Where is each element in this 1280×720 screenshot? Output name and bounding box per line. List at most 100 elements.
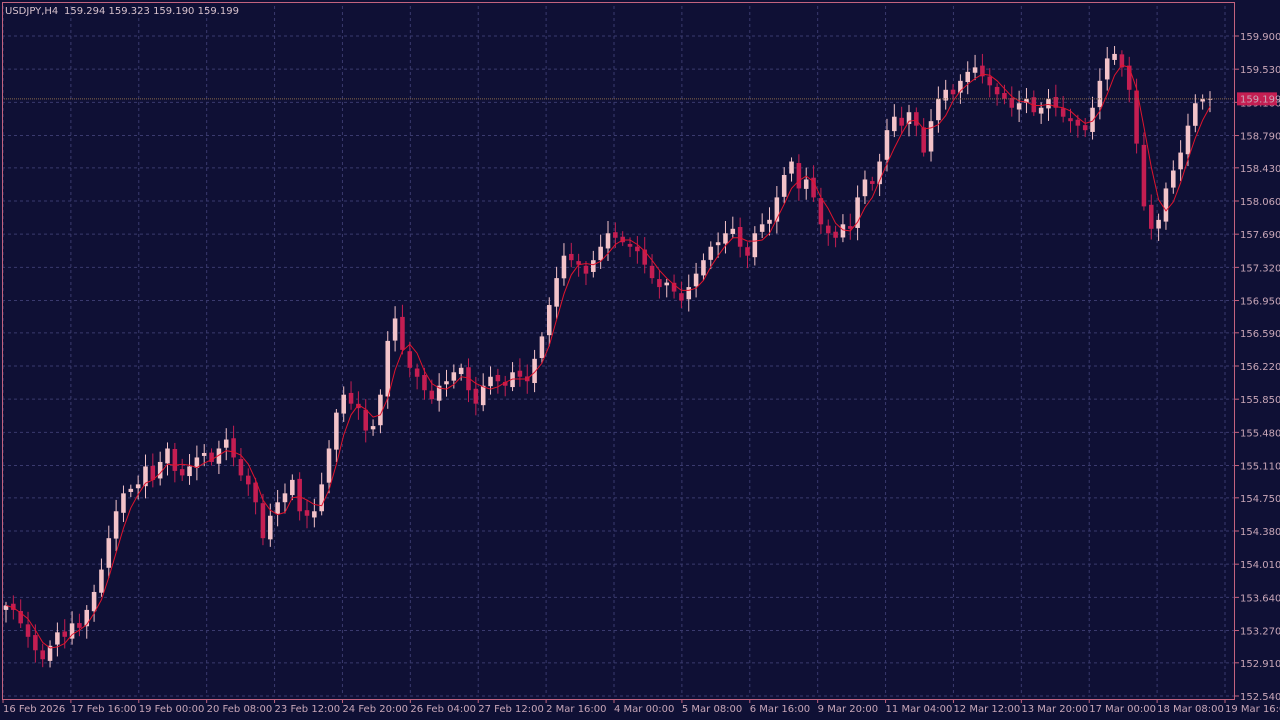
y-tick-label: 156.950 [1240,297,1280,308]
candle-body [965,71,971,83]
y-tick-label: 154.750 [1240,494,1280,505]
candle-body [370,426,376,430]
x-tick-label: 20 Feb 08:00 [207,704,273,715]
y-tick-label: 159.900 [1240,32,1280,43]
candle-body [825,225,831,234]
x-tick-label: 5 Mar 08:00 [682,704,742,715]
candle-body [422,374,427,391]
candle-body [172,448,178,471]
candle-body [715,242,721,246]
candle-body [994,86,1000,95]
x-tick-label: 24 Feb 20:00 [342,704,408,715]
y-tick-label: 158.790 [1240,132,1280,143]
candle-body [892,116,897,132]
candle-body [539,336,545,359]
y-tick-label: 153.640 [1240,593,1280,604]
x-tick-label: 13 Mar 20:00 [1021,704,1088,715]
candle-body [950,89,956,95]
candle-body [818,198,824,225]
candle-body [135,484,141,489]
candle-body [1060,108,1066,117]
candle-body [1075,119,1081,126]
candle-body [972,67,978,73]
candle-body [1068,118,1073,122]
candle-body [231,438,236,458]
symbol-label: USDJPY,H4 [5,6,58,17]
candle-body [936,98,941,121]
candle-body [789,161,794,174]
y-tick-label: 155.850 [1240,395,1280,406]
candle-body [693,273,699,287]
candle-body [488,376,493,387]
price-chart[interactable]: 159.900159.530159.160158.790158.430158.0… [0,0,1280,720]
candle-body [495,374,501,382]
candle-body [290,479,295,496]
candle-body [275,502,280,515]
candle-body [1178,152,1183,170]
candle-body [862,179,868,197]
candle-body [414,368,420,377]
candle-body [348,392,354,404]
candle-body [987,76,993,86]
candle-body [282,493,288,503]
candle-body [517,370,523,377]
y-tick-label: 159.530 [1240,65,1280,76]
candle-body [99,569,104,593]
candle-body [752,233,758,258]
candle-body [451,372,457,381]
candle-body [635,246,640,252]
chart-background [0,0,1280,720]
x-tick-label: 11 Mar 04:00 [886,704,953,715]
candle-body [1185,125,1191,155]
candle-body [657,279,662,288]
candle-body [796,163,802,189]
candle-body [1046,98,1051,109]
candle-body [1193,103,1198,126]
candle-body [245,475,251,485]
candle-body [914,112,919,126]
candle-body [91,591,97,612]
candle-body [870,181,875,184]
candle-body [1148,204,1154,229]
x-tick-label: 12 Mar 12:00 [953,704,1020,715]
candle-body [165,448,170,464]
candle-body [473,388,479,404]
candle-body [598,246,603,261]
candle-body [884,130,890,160]
x-tick-label: 19 Feb 00:00 [139,704,205,715]
y-tick-label: 156.590 [1240,329,1280,340]
candle-body [458,367,464,375]
candle-body [480,385,486,406]
candle-body [121,493,126,513]
candle-body [62,631,68,637]
candle-body [605,233,611,249]
candle-body [723,233,728,244]
candle-body [341,394,346,414]
candle-body [444,381,449,385]
candle-body [708,246,714,260]
x-tick-label: 18 Mar 08:00 [1157,704,1224,715]
candle-body [745,247,750,256]
candle-body [77,623,82,628]
y-tick-label: 157.320 [1240,263,1280,274]
candle-body [187,466,192,477]
x-tick-label: 23 Feb 12:00 [275,704,341,715]
candle-body [679,293,684,301]
candle-body [392,318,398,341]
y-tick-label: 158.060 [1240,197,1280,208]
candle-body [179,469,185,476]
candle-body [833,231,838,238]
candle-body [1009,97,1015,108]
x-tick-label: 16 Feb 2026 [3,704,65,715]
candle-body [1038,107,1044,114]
y-tick-label: 152.540 [1240,692,1280,703]
candle-body [1002,93,1007,99]
candle-body [781,174,787,197]
ohlc-readout: 159.294 159.323 159.190 159.199 [64,6,239,17]
candle-body [906,112,912,124]
current-price-value: 159.199 [1240,94,1280,105]
candle-body [304,510,310,516]
candle-body [157,461,163,479]
x-tick-label: 2 Mar 16:00 [546,704,606,715]
candle-body [561,255,567,279]
